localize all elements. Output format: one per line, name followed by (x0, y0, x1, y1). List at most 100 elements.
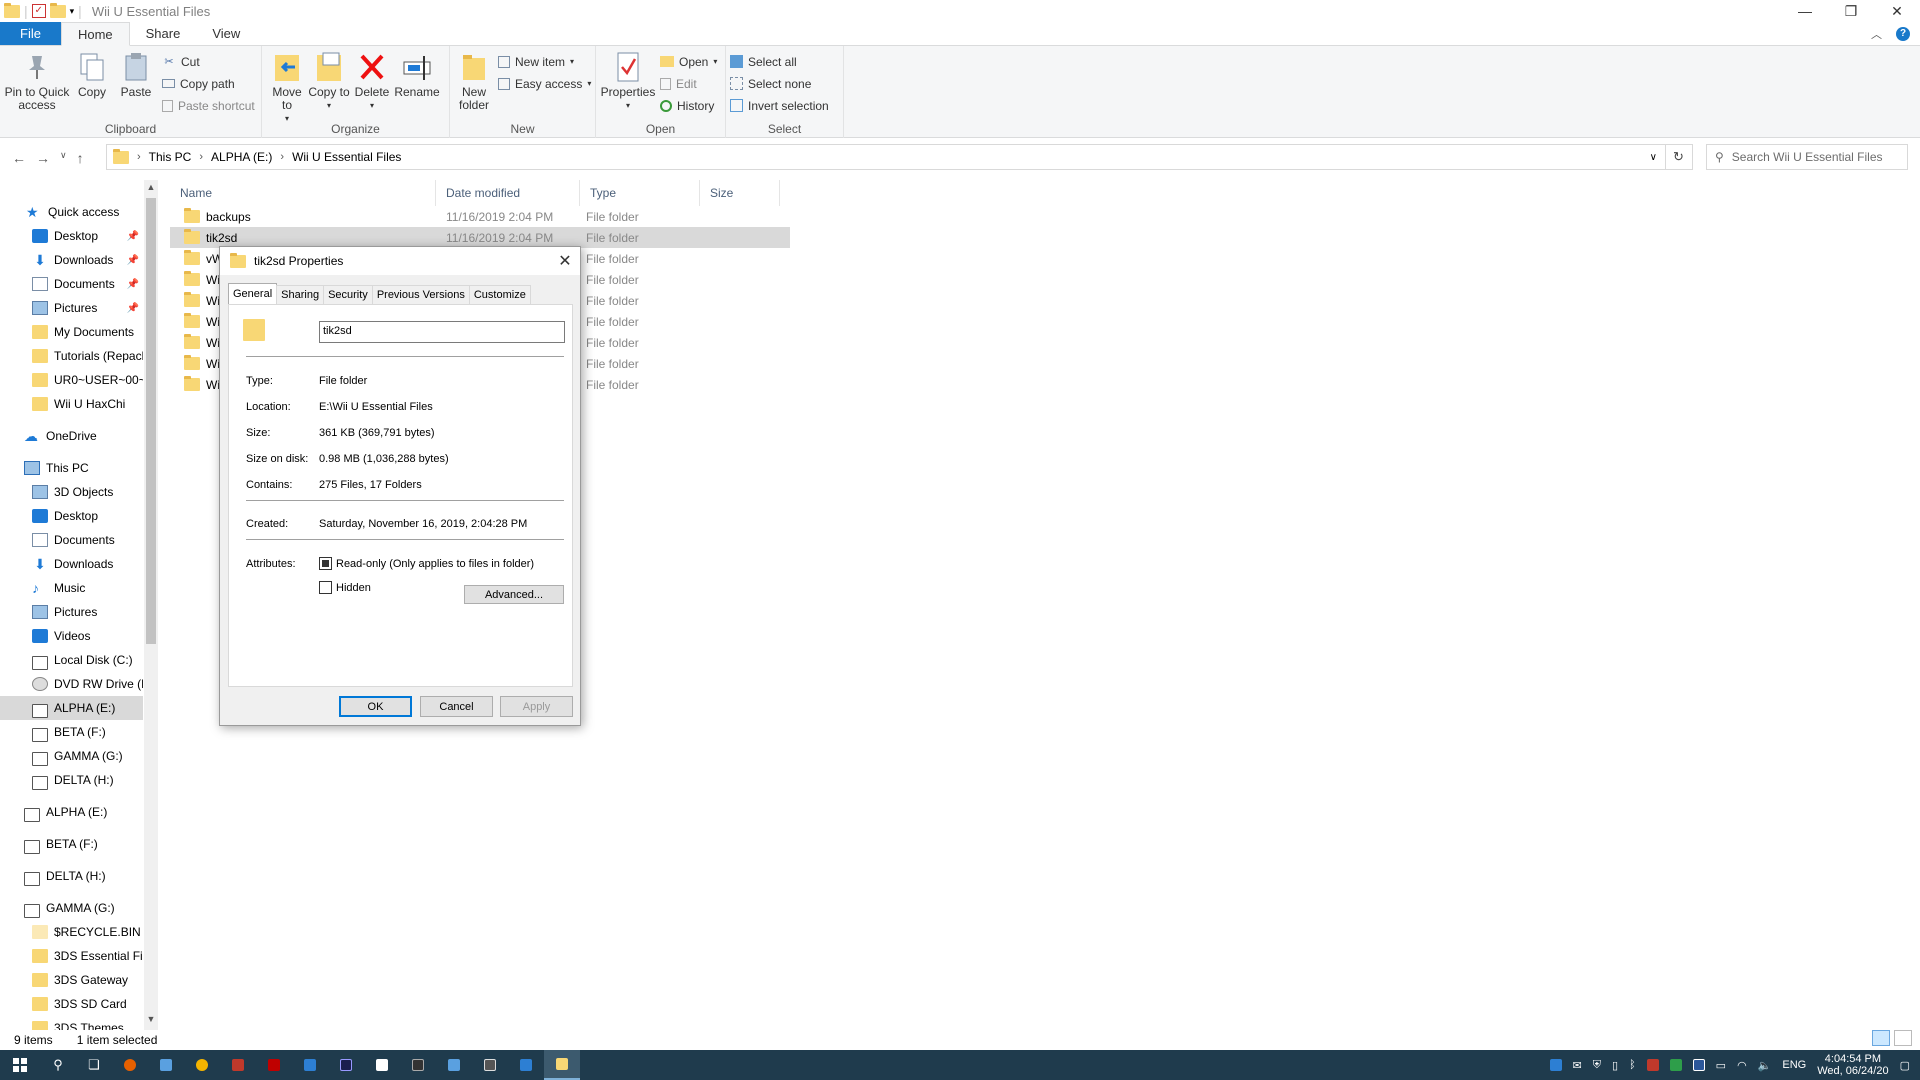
file-explorer-icon[interactable] (544, 1050, 580, 1080)
breadcrumb-current[interactable]: Wii U Essential Files (292, 150, 401, 164)
nav-onedrive[interactable]: ☁ OneDrive (24, 424, 160, 448)
nav-qa-ur0[interactable]: UR0~USER~00~T (32, 368, 143, 392)
tray-green-icon[interactable] (1669, 1059, 1682, 1071)
nav-gamma-g[interactable]: GAMMA (G:) (32, 744, 143, 768)
minimize-button[interactable]: — (1782, 0, 1828, 22)
new-item-button[interactable]: New item ▾ (498, 52, 591, 71)
close-button[interactable]: ✕ (1874, 0, 1920, 22)
terminal-icon[interactable] (400, 1050, 436, 1080)
nav-quick-access[interactable]: ★ Quick access (26, 200, 160, 224)
nav-3ds-sd-card[interactable]: 3DS SD Card (32, 992, 143, 1016)
game-app-icon[interactable] (220, 1050, 256, 1080)
refresh-icon[interactable]: ↻ (1665, 144, 1693, 170)
nav-music[interactable]: ♪ Music (32, 576, 143, 600)
nav-pictures[interactable]: Pictures (32, 600, 143, 624)
start-button[interactable] (0, 1050, 40, 1080)
nav-qa-desktop[interactable]: Desktop 📌 (32, 224, 143, 248)
nav-drive-beta[interactable]: BETA (F:) (24, 832, 160, 856)
large-icons-view-icon[interactable] (1894, 1030, 1912, 1046)
advanced-button[interactable]: Advanced... (464, 585, 564, 604)
nav-this-pc[interactable]: This PC (24, 456, 160, 480)
list-item-selected[interactable]: tik2sd 11/16/2019 2:04 PM File folder (170, 227, 790, 248)
maximize-button[interactable]: ❐ (1828, 0, 1874, 22)
chevron-right-icon[interactable]: › (199, 151, 203, 163)
language-indicator[interactable]: ENG (1782, 1059, 1806, 1071)
tab-file[interactable]: File (0, 22, 61, 45)
column-size[interactable]: Size (700, 180, 780, 206)
nav-qa-documents[interactable]: Documents 📌 (32, 272, 143, 296)
task-view-icon[interactable]: ❏ (76, 1050, 112, 1080)
nav-scrollbar[interactable]: ▲ ▼ (144, 180, 158, 1030)
cancel-button[interactable]: Cancel (420, 696, 493, 717)
recent-locations-icon[interactable]: ∨ (60, 150, 67, 166)
history-button[interactable]: History (660, 96, 717, 115)
nav-3ds-themes[interactable]: 3DS Themes (32, 1016, 143, 1030)
select-all-button[interactable]: Select all (730, 52, 829, 71)
tab-home[interactable]: Home (60, 22, 130, 46)
nav-qa-downloads[interactable]: ⬇ Downloads 📌 (32, 248, 143, 272)
invert-selection-button[interactable]: Invert selection (730, 96, 829, 115)
tray-shield-icon[interactable]: ⛨ (1593, 1059, 1601, 1072)
nav-local-disk-c[interactable]: Local Disk (C:) (32, 648, 143, 672)
remote-desktop-icon[interactable] (436, 1050, 472, 1080)
scroll-up-icon[interactable]: ▲ (144, 182, 158, 196)
easy-access-button[interactable]: Easy access ▾ (498, 74, 591, 93)
edit-button[interactable]: Edit (660, 74, 717, 93)
nav-qa-haxchi[interactable]: Wii U HaxChi (32, 392, 143, 416)
battery-icon[interactable]: ▭ (1716, 1059, 1726, 1072)
volume-icon[interactable]: 🔈 (1758, 1059, 1772, 1072)
apply-button[interactable]: Apply (500, 696, 573, 717)
column-name[interactable]: Name (170, 180, 436, 206)
breadcrumb-alpha[interactable]: ALPHA (E:) (211, 150, 272, 164)
notifications-icon[interactable]: ▢ (1900, 1059, 1910, 1072)
nav-qa-tutorials[interactable]: Tutorials (Repack (32, 344, 143, 368)
tab-view[interactable]: View (196, 22, 256, 45)
firefox-icon[interactable] (112, 1050, 148, 1080)
nav-dvd-drive[interactable]: DVD RW Drive (D (32, 672, 143, 696)
chevron-right-icon[interactable]: › (137, 151, 141, 163)
dialog-close-icon[interactable]: ✕ (550, 251, 580, 271)
new-folder-icon[interactable] (49, 2, 66, 18)
tab-security[interactable]: Security (323, 285, 373, 304)
nav-documents[interactable]: Documents (32, 528, 143, 552)
properties-icon[interactable]: ✓ (31, 4, 46, 18)
filezilla-icon[interactable] (256, 1050, 292, 1080)
ok-button[interactable]: OK (339, 696, 412, 717)
scroll-down-icon[interactable]: ▼ (144, 1014, 158, 1028)
clock[interactable]: 4:04:54 PM Wed, 06/24/20 (1817, 1053, 1888, 1077)
nav-3ds-gateway[interactable]: 3DS Gateway (32, 968, 143, 992)
column-date-modified[interactable]: Date modified (436, 180, 580, 206)
nav-desktop[interactable]: Desktop (32, 504, 143, 528)
usb-icon[interactable]: ▯ (1612, 1059, 1618, 1072)
window-app-icon[interactable] (292, 1050, 328, 1080)
nav-alpha-e-selected[interactable]: ALPHA (E:) (0, 696, 143, 720)
tray-app-icon[interactable] (1549, 1059, 1562, 1071)
address-dropdown-icon[interactable]: ∨ (1650, 152, 1657, 163)
wifi-icon[interactable]: ◠ (1737, 1059, 1747, 1072)
word-icon[interactable] (1692, 1059, 1705, 1071)
breadcrumb-this-pc[interactable]: This PC (149, 150, 192, 164)
details-view-icon[interactable] (1872, 1030, 1890, 1046)
tab-general[interactable]: General (228, 283, 278, 304)
open-button[interactable]: Open ▾ (660, 52, 717, 71)
nav-3ds-essential[interactable]: 3DS Essential File (32, 944, 143, 968)
nav-downloads[interactable]: ⬇ Downloads (32, 552, 143, 576)
nav-delta-h[interactable]: DELTA (H:) (32, 768, 143, 792)
browser-icon[interactable] (184, 1050, 220, 1080)
copy-path-button[interactable]: Copy path (162, 74, 255, 93)
mail-icon[interactable]: ✉ (1573, 1059, 1582, 1072)
tray-red-icon[interactable] (1646, 1059, 1659, 1071)
tab-share[interactable]: Share (130, 22, 197, 45)
bluetooth-icon[interactable]: ᛒ (1629, 1059, 1636, 1071)
nav-drive-gamma[interactable]: GAMMA (G:) (24, 896, 160, 920)
tab-previous-versions[interactable]: Previous Versions (371, 285, 470, 304)
chevron-right-icon[interactable]: › (280, 151, 284, 163)
list-item[interactable]: backups 11/16/2019 2:04 PM File folder (170, 206, 790, 227)
nav-beta-f[interactable]: BETA (F:) (32, 720, 143, 744)
readonly-checkbox[interactable]: Read-only (Only applies to files in fold… (319, 557, 534, 570)
xampp-icon[interactable] (364, 1050, 400, 1080)
paste-shortcut-button[interactable]: Paste shortcut (162, 96, 255, 115)
folder-name-input[interactable]: tik2sd (319, 321, 565, 343)
nav-drive-alpha[interactable]: ALPHA (E:) (24, 800, 160, 824)
select-none-button[interactable]: Select none (730, 74, 829, 93)
